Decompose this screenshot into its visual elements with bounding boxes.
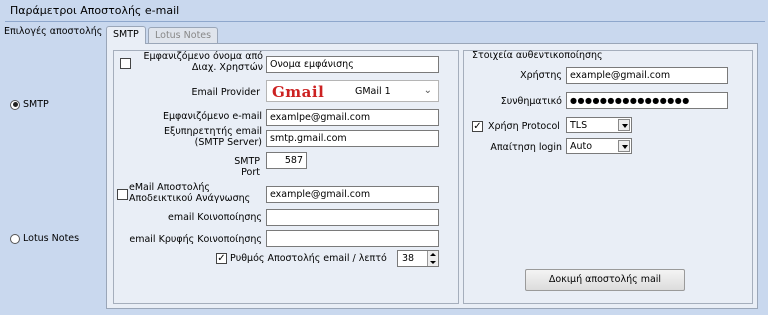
password-label: Συνθηματικό — [500, 96, 562, 107]
smtp-port-label: SMTP Port — [234, 156, 260, 178]
checkmark-icon: ✓ — [473, 120, 482, 132]
user-label: Χρήστης — [520, 70, 562, 81]
lotus-notes-radio[interactable]: Lotus Notes — [10, 233, 79, 244]
rate-input[interactable]: 38 — [397, 250, 439, 267]
read-receipt-label: eMail Αποστολής Αποδεικτικού Ανάγνωσης — [129, 182, 251, 204]
smtp-radio-label: SMTP — [23, 99, 49, 110]
rate-label: Ρυθμός Αποστολής email / λεπτό — [230, 253, 387, 264]
tab-lotus-notes[interactable]: Lotus Notes — [148, 27, 219, 43]
auth-title: Στοιχεία αυθεντικοποίησης — [472, 50, 603, 61]
smtp-server-input[interactable]: smtp.gmail.com — [266, 130, 439, 147]
login-value: Auto — [570, 141, 593, 152]
rate-checkbox[interactable]: ✓ — [216, 253, 227, 264]
login-label: Απαίτηση login — [490, 142, 562, 153]
checkmark-icon: ✓ — [217, 252, 226, 264]
auth-settings-box — [463, 50, 753, 304]
protocol-value: TLS — [570, 120, 588, 131]
group-title: Παράμετροι Αποστολής e-mail — [10, 4, 180, 17]
rate-value: 38 — [402, 253, 415, 264]
user-input[interactable]: example@gmail.com — [566, 67, 728, 84]
gmail-logo: Gmail — [272, 83, 325, 101]
smtp-port-input[interactable]: 587 — [266, 152, 307, 169]
read-receipt-checkbox[interactable] — [117, 189, 128, 200]
shown-email-input[interactable]: examlpe@gmail.com — [266, 109, 439, 126]
read-receipt-input[interactable]: example@gmail.com — [266, 186, 439, 203]
display-name-checkbox[interactable] — [120, 58, 131, 69]
test-send-mail-button[interactable]: Δοκιμή αποστολής mail — [525, 269, 685, 291]
chevron-down-icon: ⌄ — [423, 85, 432, 96]
tab-smtp[interactable]: SMTP — [106, 26, 146, 44]
smtp-server-label: Εξυπηρετητής email (SMTP Server) — [164, 126, 262, 148]
lotus-notes-radio-label: Lotus Notes — [23, 233, 80, 244]
shown-email-label: Εμφανιζόμενο e-mail — [162, 111, 262, 122]
cc-label: email Κοινοποίησης — [168, 212, 262, 223]
protocol-select[interactable]: TLS — [566, 117, 632, 133]
bcc-label: email Κρυφής Κοινοποίησης — [129, 234, 262, 245]
smtp-radio[interactable]: SMTP — [10, 99, 49, 110]
bcc-input[interactable] — [266, 230, 439, 247]
provider-select[interactable]: Gmail GMail 1 ⌄ — [266, 80, 439, 102]
radio-unselected-icon — [10, 233, 20, 244]
display-name-label: Εμφανιζόμενο όνομα από Διαχ. Χρηστών — [143, 51, 263, 73]
send-options-label: Επιλογές αποστολής — [4, 26, 103, 37]
dropdown-arrow-icon — [618, 140, 630, 152]
group-divider — [5, 21, 765, 22]
provider-label: Email Provider — [191, 87, 261, 98]
dropdown-arrow-icon — [618, 119, 630, 131]
cc-input[interactable] — [266, 209, 439, 226]
provider-value: GMail 1 — [355, 86, 391, 97]
password-input[interactable]: ●●●●●●●●●●●●●●●● — [566, 92, 728, 109]
protocol-checkbox[interactable]: ✓ — [472, 121, 483, 132]
protocol-label: Χρήση Protocol — [488, 121, 560, 132]
display-name-input[interactable]: Ονομα εμφάνισης — [266, 56, 439, 73]
login-select[interactable]: Auto — [566, 138, 632, 154]
radio-selected-icon — [10, 99, 20, 110]
spinner-arrows-icon[interactable] — [427, 251, 438, 266]
